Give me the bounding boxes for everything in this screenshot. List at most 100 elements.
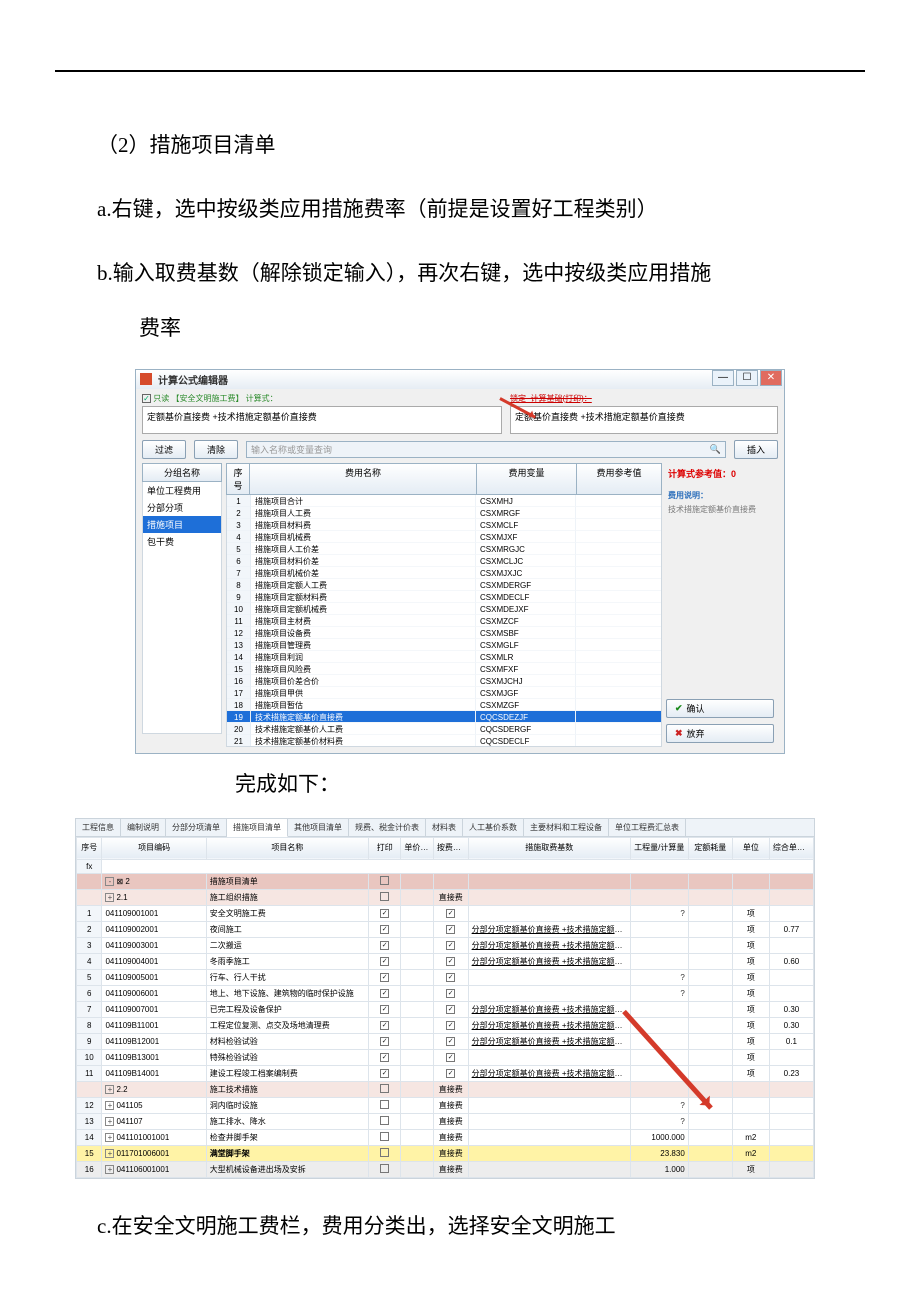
- cell-rate[interactable]: [769, 873, 813, 889]
- cell-code[interactable]: +041101001001: [102, 1129, 206, 1145]
- cell-qty[interactable]: ?: [630, 1097, 688, 1113]
- cell-qty[interactable]: [630, 1065, 688, 1081]
- cell-de[interactable]: [688, 1065, 732, 1081]
- cell-de[interactable]: [688, 873, 732, 889]
- checkbox-icon[interactable]: [380, 1164, 389, 1173]
- cell-de[interactable]: [688, 969, 732, 985]
- cell-calc[interactable]: [401, 1049, 433, 1065]
- sheet-table[interactable]: 序号 项目编码 项目名称 打印 单价计算表 按费率计取 措施取费基数 工程量/计…: [76, 837, 814, 1178]
- col-rate[interactable]: 综合单价/费率(%): [769, 837, 813, 859]
- grid-row[interactable]: 5措施项目人工价差CSXMRGJC: [227, 543, 661, 555]
- checkbox-icon[interactable]: ✓: [380, 973, 389, 982]
- cell-base[interactable]: [468, 889, 630, 905]
- cell-print[interactable]: [368, 1129, 400, 1145]
- cell-unit[interactable]: 项: [732, 1065, 769, 1081]
- cell-unit[interactable]: 项: [732, 953, 769, 969]
- cell-de[interactable]: [688, 985, 732, 1001]
- cell-coef[interactable]: ✓: [433, 953, 468, 969]
- grid-row[interactable]: 13措施项目管理费CSXMGLF: [227, 639, 661, 651]
- fn-row-icon[interactable]: fx: [77, 859, 102, 873]
- cell-qty[interactable]: ?: [630, 985, 688, 1001]
- cell-print[interactable]: [368, 1081, 400, 1097]
- cell-de[interactable]: [688, 953, 732, 969]
- cell-name[interactable]: 工程定位复测、点交及场地清理费: [206, 1017, 368, 1033]
- cell-rate[interactable]: 0.1: [769, 1033, 813, 1049]
- cell-print[interactable]: [368, 873, 400, 889]
- grid-row[interactable]: 14措施项目利润CSXMLR: [227, 651, 661, 663]
- checkbox-icon[interactable]: [380, 1148, 389, 1157]
- cell-calc[interactable]: [401, 921, 433, 937]
- cell-base[interactable]: [468, 1049, 630, 1065]
- cell-calc[interactable]: [401, 1145, 433, 1161]
- cell-name[interactable]: 满堂脚手架: [206, 1145, 368, 1161]
- grid-row[interactable]: 4措施项目机械费CSXMJXF: [227, 531, 661, 543]
- cell-qty[interactable]: ?: [630, 969, 688, 985]
- grid-row[interactable]: 17措施项目甲供CSXMJGF: [227, 687, 661, 699]
- cell-unit[interactable]: 项: [732, 921, 769, 937]
- sheet-tab[interactable]: 分部分项清单: [166, 819, 227, 836]
- cell-calc[interactable]: [401, 873, 433, 889]
- checkbox-icon[interactable]: ✓: [446, 1053, 455, 1062]
- cell-unit[interactable]: m2: [732, 1145, 769, 1161]
- checkbox-icon[interactable]: [380, 1100, 389, 1109]
- cell-name[interactable]: 施工组织措施: [206, 889, 368, 905]
- checkbox-icon[interactable]: ✓: [380, 941, 389, 950]
- table-row[interactable]: 13+041107施工排水、降水直接费?: [77, 1113, 814, 1129]
- table-row[interactable]: -⊠ 2措施项目清单: [77, 873, 814, 889]
- cell-print[interactable]: ✓: [368, 1033, 400, 1049]
- cell-calc[interactable]: [401, 937, 433, 953]
- cell-rate[interactable]: 0.23: [769, 1065, 813, 1081]
- tree-toggle-icon[interactable]: -: [105, 877, 114, 886]
- grid-row[interactable]: 11措施项目主材费CSXMZCF: [227, 615, 661, 627]
- cell-base[interactable]: [468, 1113, 630, 1129]
- grid-header-seq[interactable]: 序号: [226, 463, 250, 495]
- cell-base[interactable]: [468, 985, 630, 1001]
- cell-name[interactable]: 二次搬运: [206, 937, 368, 953]
- sheet-tab[interactable]: 人工基价系数: [463, 819, 524, 836]
- table-row[interactable]: +2.1施工组织措施直接费: [77, 889, 814, 905]
- tree-item[interactable]: 包干费: [143, 533, 221, 550]
- cell-coef[interactable]: 直接费: [433, 1129, 468, 1145]
- cell-code[interactable]: 041109005001: [102, 969, 206, 985]
- grid-row[interactable]: 9措施项目定额材料费CSXMDECLF: [227, 591, 661, 603]
- tree-toggle-icon[interactable]: +: [105, 893, 114, 902]
- tree-item[interactable]: 单位工程费用: [143, 482, 221, 499]
- cell-rate[interactable]: [769, 937, 813, 953]
- grid-header-var[interactable]: 费用变量: [477, 463, 577, 495]
- checkbox-icon[interactable]: ✓: [380, 1037, 389, 1046]
- cell-coef[interactable]: 直接费: [433, 1145, 468, 1161]
- checkbox-icon[interactable]: ✓: [446, 989, 455, 998]
- cell-name[interactable]: 行车、行人干扰: [206, 969, 368, 985]
- cell-unit[interactable]: 项: [732, 1001, 769, 1017]
- checkbox-icon[interactable]: ✓: [446, 1021, 455, 1030]
- table-row[interactable]: 15+011701006001满堂脚手架直接费23.830m2: [77, 1145, 814, 1161]
- cell-de[interactable]: [688, 1097, 732, 1113]
- cell-code[interactable]: +041106001001: [102, 1161, 206, 1177]
- cell-coef[interactable]: ✓: [433, 921, 468, 937]
- cell-name[interactable]: 安全文明施工费: [206, 905, 368, 921]
- sheet-tab[interactable]: 措施项目清单: [227, 819, 288, 837]
- cell-rate[interactable]: 0.77: [769, 921, 813, 937]
- cell-unit[interactable]: 项: [732, 1017, 769, 1033]
- cell-code[interactable]: +011701006001: [102, 1145, 206, 1161]
- cell-rate[interactable]: [769, 1097, 813, 1113]
- cancel-button[interactable]: ✖ 放弃: [666, 724, 774, 743]
- cell-print[interactable]: ✓: [368, 1065, 400, 1081]
- cell-print[interactable]: [368, 889, 400, 905]
- cell-rate[interactable]: 0.30: [769, 1017, 813, 1033]
- cell-de[interactable]: [688, 1049, 732, 1065]
- cell-calc[interactable]: [401, 953, 433, 969]
- table-row[interactable]: 10041109B13001特殊检验试验✓✓项: [77, 1049, 814, 1065]
- cell-calc[interactable]: [401, 1033, 433, 1049]
- cell-rate[interactable]: [769, 969, 813, 985]
- table-row[interactable]: 11041109B14001建设工程竣工档案编制费✓✓分部分项定额基价直接费 +…: [77, 1065, 814, 1081]
- cell-base[interactable]: 分部分项定额基价直接费 +技术措施定额基价直接费: [468, 1065, 630, 1081]
- cell-rate[interactable]: [769, 905, 813, 921]
- cell-name[interactable]: 措施项目清单: [206, 873, 368, 889]
- table-row[interactable]: 2041109002001夜间施工✓✓分部分项定额基价直接费 +技术措施定额基价…: [77, 921, 814, 937]
- checkbox-icon[interactable]: ✓: [380, 909, 389, 918]
- cell-calc[interactable]: [401, 1065, 433, 1081]
- readonly-checkbox[interactable]: ✓: [142, 394, 151, 403]
- grid-row[interactable]: 7措施项目机械价差CSXMJXJC: [227, 567, 661, 579]
- cell-calc[interactable]: [401, 969, 433, 985]
